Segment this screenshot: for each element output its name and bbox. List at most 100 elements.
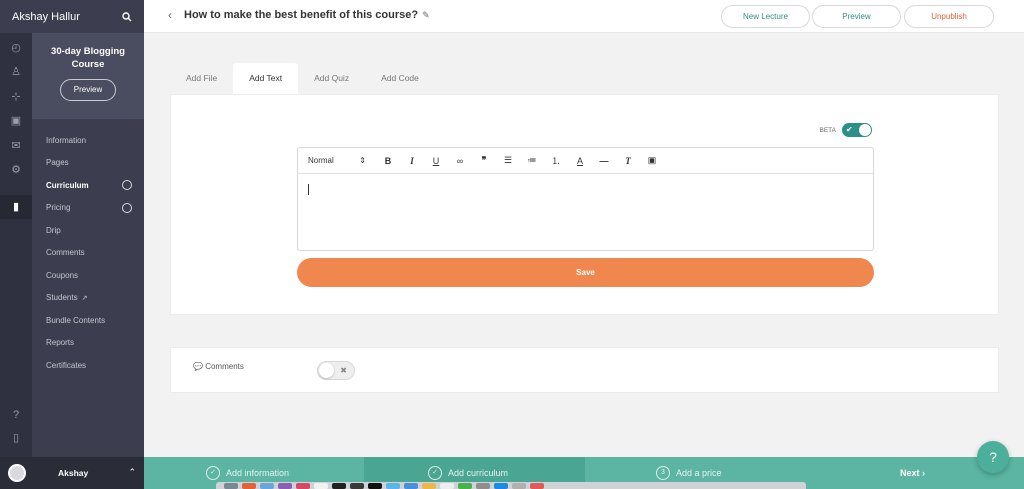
gear-icon[interactable]: ⚙ bbox=[9, 163, 23, 177]
dashboard-icon[interactable]: ◴ bbox=[9, 41, 23, 55]
new-lecture-button[interactable]: New Lecture bbox=[721, 5, 810, 28]
beta-toggle[interactable]: ✔ bbox=[842, 123, 872, 137]
sidebar-item-bundle-contents[interactable]: Bundle Contents bbox=[32, 309, 144, 332]
mail-icon[interactable]: ✉ bbox=[9, 139, 23, 153]
help-circle-icon[interactable]: ? bbox=[9, 408, 23, 422]
numbered-list-icon[interactable]: ⒈ bbox=[544, 154, 568, 167]
dock-app-icon[interactable] bbox=[224, 483, 238, 489]
format-select[interactable]: Normal ⇕ bbox=[308, 156, 366, 165]
dock-app-icon[interactable] bbox=[314, 483, 328, 489]
bold-icon[interactable]: B bbox=[376, 156, 400, 166]
image-icon[interactable]: ▣ bbox=[640, 155, 664, 166]
sidebar-item-label: Comments bbox=[46, 248, 85, 258]
select-arrows-icon: ⇕ bbox=[359, 156, 366, 165]
sidebar-item-reports[interactable]: Reports bbox=[32, 332, 144, 355]
save-button[interactable]: Save bbox=[297, 258, 874, 287]
back-chevron-icon[interactable]: ‹ bbox=[168, 8, 172, 22]
editor-toolbar: Normal ⇕ B I U ∞ ❞ ☰ ≔ ⒈ A — T ▣ bbox=[298, 148, 873, 174]
underline-icon[interactable]: U bbox=[424, 156, 448, 166]
step-label: Add information bbox=[226, 468, 290, 478]
tab-add-quiz[interactable]: Add Quiz bbox=[298, 63, 365, 94]
dock-app-icon[interactable] bbox=[296, 483, 310, 489]
tab-add-text[interactable]: Add Text bbox=[233, 63, 299, 94]
step-number: 3 bbox=[656, 466, 670, 480]
dock-app-icon[interactable] bbox=[386, 483, 400, 489]
status-circle-icon bbox=[122, 202, 132, 213]
content-tabs: Add File Add Text Add Quiz Add Code bbox=[170, 63, 435, 94]
toggle-knob bbox=[319, 363, 334, 378]
sidebar-item-label: Reports bbox=[46, 338, 75, 348]
search-icon[interactable] bbox=[122, 11, 132, 22]
course-preview-button[interactable]: Preview bbox=[60, 79, 116, 101]
icon-rail: ◴ ♙ ⊹ ▣ ✉ ⚙ ▮ ? ▯ bbox=[0, 0, 32, 489]
dock-app-icon[interactable] bbox=[242, 483, 256, 489]
dock-app-icon[interactable] bbox=[422, 483, 436, 489]
mobile-icon[interactable]: ▯ bbox=[9, 431, 23, 445]
dock-app-icon[interactable] bbox=[494, 483, 508, 489]
dock-app-icon[interactable] bbox=[350, 483, 364, 489]
toggle-knob bbox=[859, 124, 871, 136]
lecture-title: How to make the best benefit of this cou… bbox=[184, 9, 419, 21]
sidebar-item-drip[interactable]: Drip bbox=[32, 219, 144, 242]
chevron-up-icon: ⌃ bbox=[128, 467, 136, 477]
bullet-list-icon[interactable]: ≔ bbox=[520, 155, 544, 166]
dock-app-icon[interactable] bbox=[530, 483, 544, 489]
sidebar-item-pricing[interactable]: Pricing bbox=[32, 197, 144, 220]
dock-app-icon[interactable] bbox=[260, 483, 274, 489]
book-icon[interactable]: ▮ bbox=[0, 195, 32, 219]
sitemap-icon[interactable]: ⊹ bbox=[9, 90, 23, 104]
dock-app-icon[interactable] bbox=[332, 483, 346, 489]
italic-icon[interactable]: I bbox=[400, 156, 424, 166]
rich-text-editor: Normal ⇕ B I U ∞ ❞ ☰ ≔ ⒈ A — T ▣ bbox=[297, 147, 874, 251]
next-button[interactable]: Next › bbox=[900, 457, 925, 489]
sidebar-item-label: Bundle Contents bbox=[46, 315, 106, 325]
dock-app-icon[interactable] bbox=[404, 483, 418, 489]
comments-card: 💬 Comments ✖ bbox=[170, 347, 999, 393]
sidebar-item-label: Curriculum bbox=[46, 180, 89, 190]
user-menu[interactable]: Akshay ⌃ bbox=[0, 457, 144, 489]
sidebar-item-label: Pages bbox=[46, 158, 69, 168]
sidebar-item-coupons[interactable]: Coupons bbox=[32, 264, 144, 287]
quote-icon[interactable]: ❞ bbox=[472, 155, 496, 166]
preview-button[interactable]: Preview bbox=[812, 5, 901, 28]
link-icon[interactable]: ∞ bbox=[448, 156, 472, 166]
course-header: 30-day Blogging Course Preview bbox=[32, 33, 144, 119]
sidebar-item-information[interactable]: Information bbox=[32, 129, 144, 152]
sidebar-item-curriculum[interactable]: Curriculum bbox=[32, 174, 144, 197]
account-name: Akshay Hallur bbox=[12, 10, 80, 23]
horizontal-rule-icon[interactable]: — bbox=[592, 156, 616, 166]
help-button[interactable]: ? bbox=[977, 441, 1009, 473]
tab-add-code[interactable]: Add Code bbox=[365, 63, 435, 94]
sidebar-item-label: Students bbox=[46, 293, 78, 303]
unpublish-button[interactable]: Unpublish bbox=[904, 5, 994, 28]
status-circle-icon bbox=[122, 180, 132, 190]
align-left-icon[interactable]: ☰ bbox=[496, 155, 520, 166]
tab-add-file[interactable]: Add File bbox=[170, 63, 233, 94]
os-dock bbox=[216, 482, 806, 489]
comment-bubble-icon: 💬 bbox=[193, 362, 203, 371]
dock-app-icon[interactable] bbox=[512, 483, 526, 489]
sidebar-item-pages[interactable]: Pages bbox=[32, 152, 144, 175]
dock-app-icon[interactable] bbox=[476, 483, 490, 489]
text-color-icon[interactable]: A bbox=[568, 156, 592, 166]
money-icon[interactable]: ▣ bbox=[9, 114, 23, 128]
sidebar-item-label: Drip bbox=[46, 225, 61, 235]
dock-app-icon[interactable] bbox=[458, 483, 472, 489]
sidebar-item-label: Certificates bbox=[46, 360, 87, 370]
external-link-icon: ↗ bbox=[81, 294, 88, 302]
comments-toggle[interactable]: ✖ bbox=[317, 361, 355, 380]
editor-text-area[interactable] bbox=[298, 174, 873, 251]
sidebar-item-label: Pricing bbox=[46, 203, 71, 213]
sidebar-item-certificates[interactable]: Certificates bbox=[32, 354, 144, 377]
sidebar-item-students[interactable]: Students ↗ bbox=[32, 287, 144, 310]
pencil-icon[interactable]: ✎ bbox=[422, 10, 430, 20]
dock-app-icon[interactable] bbox=[440, 483, 454, 489]
page-header: ‹ How to make the best benefit of this c… bbox=[144, 0, 1024, 33]
users-icon[interactable]: ♙ bbox=[9, 65, 23, 79]
sidebar-item-comments[interactable]: Comments bbox=[32, 242, 144, 265]
clear-format-icon[interactable]: T bbox=[616, 156, 640, 166]
dock-app-icon[interactable] bbox=[278, 483, 292, 489]
close-icon: ✖ bbox=[340, 366, 347, 375]
text-caret bbox=[308, 184, 309, 195]
dock-app-icon[interactable] bbox=[368, 483, 382, 489]
